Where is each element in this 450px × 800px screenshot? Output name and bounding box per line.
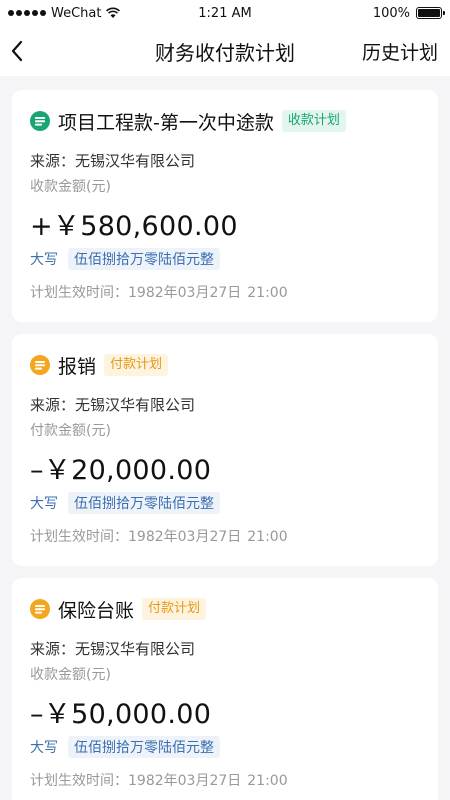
capital-row: 大写 伍佰捌拾万零陆佰元整 <box>30 736 420 758</box>
plan-type-tag: 付款计划 <box>104 354 169 376</box>
effective-time-row: 计划生效时间：1982年03月27日 21:00 <box>30 770 420 790</box>
carrier-name: WeChat <box>51 5 102 21</box>
receive-icon <box>30 111 50 131</box>
time-date: 1982年03月27日 <box>128 773 242 789</box>
source-value: 无锡汉华有限公司 <box>75 152 196 170</box>
capital-label: 大写 <box>30 496 58 512</box>
time-date: 1982年03月27日 <box>128 285 242 301</box>
chevron-left-icon <box>11 40 23 62</box>
status-left: WeChat <box>8 5 121 21</box>
source-label: 来源： <box>30 396 76 414</box>
source-row: 来源：无锡汉华有限公司 <box>30 394 420 416</box>
card-header: 报销 付款计划 <box>30 348 420 382</box>
card-title: 报销 <box>58 355 97 378</box>
plan-card[interactable]: 保险台账 付款计划来源：无锡汉华有限公司收款金额(元) –￥50,000.00 大写伍… <box>12 578 438 800</box>
history-plan-button[interactable]: 历史计划 <box>362 38 438 65</box>
effective-time-row: 计划生效时间：1982年03月27日 21:00 <box>30 282 420 302</box>
status-bar: WeChat 1:21 AM 100% <box>0 0 450 26</box>
capital-row: 大写 伍佰捌拾万零陆佰元整 <box>30 248 420 270</box>
amount-value: +￥580,600.00 <box>30 211 238 242</box>
effective-time-row: 计划生效时间：1982年03月27日 21:00 <box>30 526 420 546</box>
status-right: 100% <box>372 5 445 21</box>
card-title: 项目工程款-第一次中途款 <box>58 111 274 134</box>
time-label: 计划生效时间： <box>30 285 128 301</box>
capital-label: 大写 <box>30 252 58 268</box>
amount-label: 收款金额(元) <box>30 179 111 195</box>
time-label: 计划生效时间： <box>30 773 128 789</box>
plan-type-tag: 收款计划 <box>281 110 346 132</box>
capital-label: 大写 <box>30 740 58 756</box>
amount-value: –￥20,000.00 <box>30 455 212 486</box>
time-date: 1982年03月27日 <box>128 529 242 545</box>
card-title: 保险台账 <box>58 599 135 622</box>
source-value: 无锡汉华有限公司 <box>75 640 196 658</box>
amount-label: 收款金额(元) <box>30 667 111 683</box>
source-value: 无锡汉华有限公司 <box>75 396 196 414</box>
back-button[interactable] <box>10 31 40 71</box>
time-clock: 21:00 <box>247 773 288 789</box>
source-row: 来源：无锡汉华有限公司 <box>30 150 420 172</box>
source-label: 来源： <box>30 640 76 658</box>
time-clock: 21:00 <box>247 285 288 301</box>
card-header: 项目工程款-第一次中途款 收款计划 <box>30 104 420 138</box>
source-row: 来源：无锡汉华有限公司 <box>30 638 420 660</box>
plan-card[interactable]: 报销 付款计划来源：无锡汉华有限公司付款金额(元) –￥20,000.00 大写 伍佰捌… <box>12 334 438 566</box>
source-label: 来源： <box>30 152 76 170</box>
time-label: 计划生效时间： <box>30 529 128 545</box>
time-clock: 21:00 <box>247 529 288 545</box>
battery-percent: 100% <box>372 5 410 21</box>
plan-card[interactable]: 项目工程款-第一次中途款 收款计划来源：无锡汉华有限公司收款金额(元) +￥580,… <box>12 90 438 322</box>
battery-icon <box>416 7 445 19</box>
amount-label: 付款金额(元) <box>30 423 111 439</box>
signal-icon <box>8 10 46 16</box>
capital-row: 大写 伍佰捌拾万零陆佰元整 <box>30 492 420 514</box>
wifi-icon <box>106 7 121 18</box>
amount-value: –￥50,000.00 <box>30 699 212 730</box>
capital-value: 伍佰捌拾万零陆佰元整 <box>68 248 220 270</box>
nav-bar: 财务收付款计划 历史计划 <box>0 26 450 76</box>
pay-icon <box>30 355 50 375</box>
capital-value: 伍佰捌拾万零陆佰元整 <box>68 736 220 758</box>
plan-list: 项目工程款-第一次中途款 收款计划 来源：无锡汉华有限公司 收款金额(元) +￥580,… <box>0 76 450 800</box>
card-header: 保险台账 付款计划 <box>30 592 420 626</box>
capital-value: 伍佰捌拾万零陆佰元整 <box>68 492 220 514</box>
plan-type-tag: 付款计划 <box>142 598 207 620</box>
pay-icon <box>30 599 50 619</box>
